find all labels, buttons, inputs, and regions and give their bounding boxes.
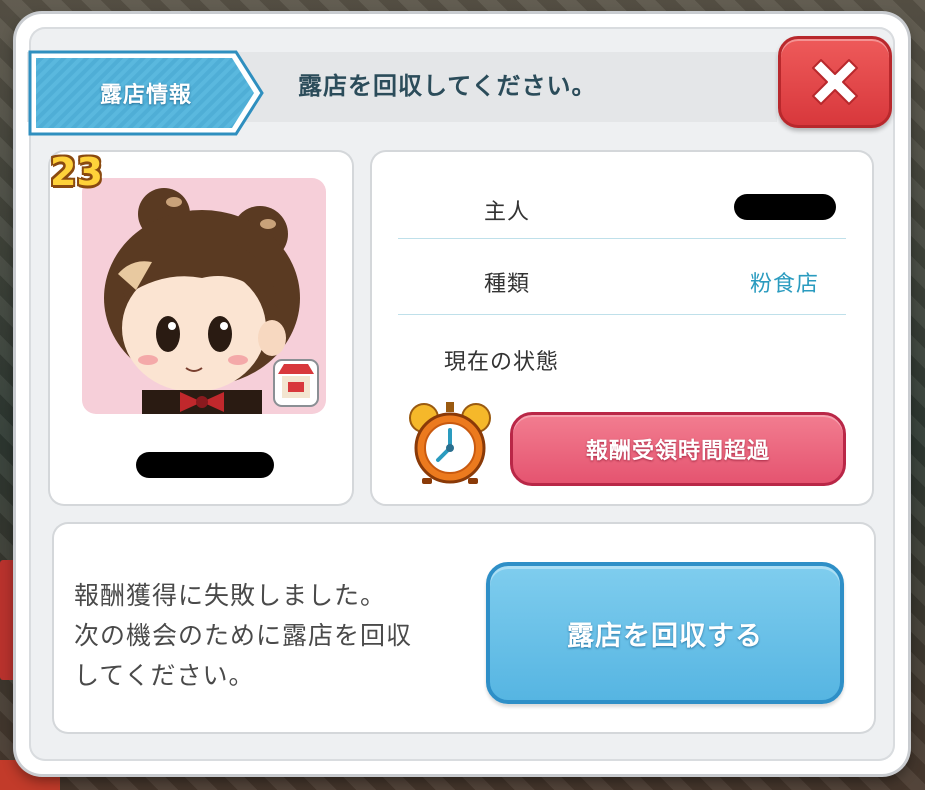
- divider: [398, 314, 846, 315]
- alarm-clock-icon: [404, 400, 496, 486]
- avatar[interactable]: [82, 178, 326, 414]
- header-message: 露店を回収してください。: [298, 72, 597, 100]
- owner-name-redacted: [734, 194, 836, 220]
- tab-stall-info[interactable]: 露店情報: [26, 48, 266, 138]
- level-badge: 23: [50, 150, 103, 194]
- close-x-icon: [812, 59, 858, 105]
- owner-label: 主人: [484, 200, 531, 225]
- tab-label: 露店情報: [99, 83, 192, 108]
- failure-message: 報酬獲得に失敗しました。 次の機会のために露店を回収 してください。: [74, 576, 474, 696]
- message-line: 次の機会のために露店を回収: [74, 621, 413, 650]
- status-badge: 報酬受領時間超過: [510, 412, 846, 486]
- message-line: してください。: [74, 661, 255, 690]
- recall-stall-button[interactable]: 露店を回収する: [486, 562, 844, 704]
- type-value: 粉食店: [750, 272, 820, 297]
- type-label: 種類: [484, 272, 531, 297]
- message-line: 報酬獲得に失敗しました。: [74, 581, 387, 610]
- divider: [398, 238, 846, 239]
- stall-icon: [273, 359, 319, 407]
- close-button[interactable]: [778, 36, 892, 128]
- status-label: 現在の状態: [444, 350, 560, 375]
- player-name-redacted: [136, 452, 274, 478]
